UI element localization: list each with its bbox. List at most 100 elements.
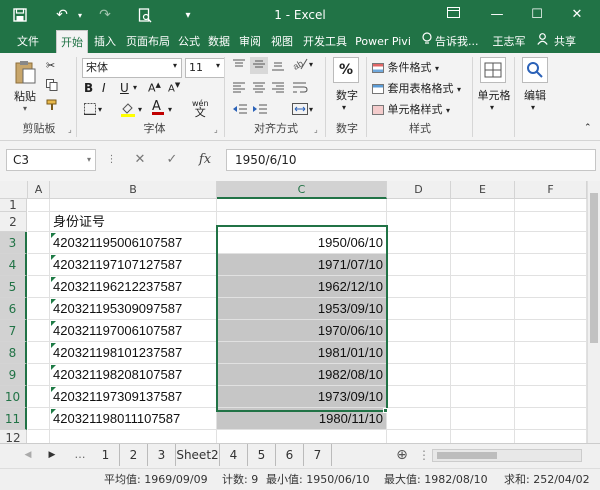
cell-d[interactable] bbox=[387, 342, 451, 364]
sheet-tab[interactable]: 5 bbox=[248, 444, 276, 466]
cell-f[interactable] bbox=[515, 276, 587, 298]
sheet-tab[interactable]: 2 bbox=[120, 444, 148, 466]
cut-icon[interactable]: ✂ bbox=[46, 59, 55, 72]
align-middle-icon[interactable] bbox=[250, 57, 268, 74]
cell-b[interactable]: 420321196212237587 bbox=[50, 276, 217, 298]
format-as-table-button[interactable]: 套用表格格式 ▾ bbox=[372, 80, 461, 96]
tab-view[interactable]: 视图 bbox=[268, 30, 296, 53]
vertical-scrollbar[interactable] bbox=[587, 181, 600, 443]
row-header[interactable]: 11 bbox=[0, 408, 27, 430]
underline-dropdown-icon[interactable]: ▾ bbox=[133, 83, 137, 92]
tab-home[interactable]: 开始 bbox=[56, 30, 88, 53]
column-header-f[interactable]: F bbox=[515, 181, 587, 199]
paste-button[interactable]: 粘贴 ▾ bbox=[10, 59, 40, 113]
alignment-launcher-icon[interactable]: ⌟ bbox=[314, 125, 318, 134]
cell-f[interactable] bbox=[515, 342, 587, 364]
undo-icon[interactable]: ↶ bbox=[50, 0, 74, 30]
cell-d[interactable] bbox=[387, 276, 451, 298]
name-box[interactable]: C3 bbox=[6, 149, 96, 171]
cell-a[interactable] bbox=[28, 342, 50, 364]
cell-f[interactable] bbox=[515, 254, 587, 276]
row-header[interactable]: 9 bbox=[0, 364, 27, 386]
cell-d[interactable] bbox=[387, 298, 451, 320]
cell-b[interactable]: 420321195006107587 bbox=[50, 232, 217, 254]
cells-dropdown-icon[interactable]: ▾ bbox=[490, 103, 494, 112]
align-right-icon[interactable] bbox=[271, 81, 285, 96]
tab-file[interactable]: 文件 bbox=[10, 30, 46, 53]
cell-c[interactable]: 1970/06/10 bbox=[217, 320, 387, 342]
cell-d[interactable] bbox=[387, 254, 451, 276]
cell-e[interactable] bbox=[451, 298, 515, 320]
cell-e[interactable] bbox=[451, 199, 515, 212]
tab-page-layout[interactable]: 页面布局 bbox=[122, 30, 174, 53]
number-dropdown-icon[interactable]: ▾ bbox=[342, 103, 346, 112]
tell-me-input[interactable]: 告诉我... bbox=[435, 30, 483, 53]
cell-a[interactable] bbox=[28, 254, 50, 276]
increase-indent-icon[interactable] bbox=[252, 103, 268, 118]
cell-b[interactable]: 420321197309137587 bbox=[50, 386, 217, 408]
close-icon[interactable]: ✕ bbox=[560, 0, 594, 30]
cell-d[interactable] bbox=[387, 364, 451, 386]
cell-c[interactable] bbox=[217, 212, 387, 232]
underline-button[interactable]: U bbox=[120, 81, 129, 95]
minimize-icon[interactable]: — bbox=[480, 0, 514, 30]
cell-e[interactable] bbox=[451, 276, 515, 298]
cell-a[interactable] bbox=[28, 276, 50, 298]
share-button[interactable]: 共享 bbox=[550, 30, 580, 53]
cell-f[interactable] bbox=[515, 386, 587, 408]
save-icon[interactable] bbox=[10, 0, 30, 30]
cell-f[interactable] bbox=[515, 320, 587, 342]
row-header[interactable]: 8 bbox=[0, 342, 27, 364]
tab-formulas[interactable]: 公式 bbox=[175, 30, 203, 53]
conditional-format-button[interactable]: 条件格式 ▾ bbox=[372, 59, 439, 75]
column-header-e[interactable]: E bbox=[451, 181, 515, 199]
cell-a[interactable] bbox=[28, 199, 50, 212]
cells-icon[interactable] bbox=[480, 57, 506, 83]
add-sheet-button[interactable]: ⊕ bbox=[392, 444, 412, 466]
bold-button[interactable]: B bbox=[84, 81, 93, 95]
cells-button[interactable]: 单元格 bbox=[474, 87, 514, 103]
font-size-dropdown-icon[interactable]: ▾ bbox=[216, 61, 220, 70]
font-name-dropdown-icon[interactable]: ▾ bbox=[173, 61, 177, 70]
cancel-icon[interactable]: ✕ bbox=[130, 149, 150, 171]
tab-insert[interactable]: 插入 bbox=[90, 30, 120, 53]
tab-power-pivot[interactable]: Power Pivi bbox=[353, 30, 413, 53]
cell-f[interactable] bbox=[515, 408, 587, 430]
fill-color-dropdown-icon[interactable]: ▾ bbox=[138, 105, 142, 114]
row-header[interactable]: 7 bbox=[0, 320, 27, 342]
search-icon[interactable] bbox=[522, 57, 548, 83]
row-header[interactable]: 4 bbox=[0, 254, 27, 276]
decrease-indent-icon[interactable] bbox=[232, 103, 248, 118]
next-sheet-icon[interactable]: ▶ bbox=[44, 444, 60, 466]
cell-a[interactable] bbox=[28, 320, 50, 342]
row-header[interactable]: 6 bbox=[0, 298, 27, 320]
cell-f[interactable] bbox=[515, 364, 587, 386]
cell-c[interactable]: 1980/11/10 bbox=[217, 408, 387, 430]
merge-dropdown-icon[interactable]: ▾ bbox=[309, 105, 313, 114]
cell-a[interactable] bbox=[28, 212, 50, 232]
redo-icon[interactable]: ↷ bbox=[95, 0, 115, 30]
print-preview-icon[interactable] bbox=[135, 0, 155, 30]
cell-f[interactable] bbox=[515, 199, 587, 212]
ribbon-display-icon[interactable] bbox=[436, 0, 470, 30]
cell-a[interactable] bbox=[28, 386, 50, 408]
row-header[interactable]: 10 bbox=[0, 386, 27, 408]
tab-split-grip-icon[interactable]: ⋮ bbox=[418, 444, 430, 466]
maximize-icon[interactable]: ☐ bbox=[520, 0, 554, 30]
cell-d[interactable] bbox=[387, 199, 451, 212]
fill-handle[interactable] bbox=[383, 408, 388, 413]
tab-data[interactable]: 数据 bbox=[205, 30, 233, 53]
horizontal-scroll-thumb[interactable] bbox=[437, 452, 497, 459]
editing-dropdown-icon[interactable]: ▾ bbox=[531, 103, 535, 112]
cell-d[interactable] bbox=[387, 320, 451, 342]
tab-developer[interactable]: 开发工具 bbox=[300, 30, 350, 53]
cell-d[interactable] bbox=[387, 232, 451, 254]
cell-c[interactable]: 1973/09/10 bbox=[217, 386, 387, 408]
sheet-tab[interactable]: 3 bbox=[148, 444, 176, 466]
align-center-icon[interactable] bbox=[252, 81, 266, 96]
column-header-c[interactable]: C bbox=[217, 181, 387, 199]
font-shrink-button[interactable]: A▼ bbox=[168, 81, 180, 94]
tab-review[interactable]: 审阅 bbox=[236, 30, 264, 53]
row-header[interactable]: 2 bbox=[0, 212, 27, 232]
format-painter-icon[interactable] bbox=[46, 99, 59, 114]
